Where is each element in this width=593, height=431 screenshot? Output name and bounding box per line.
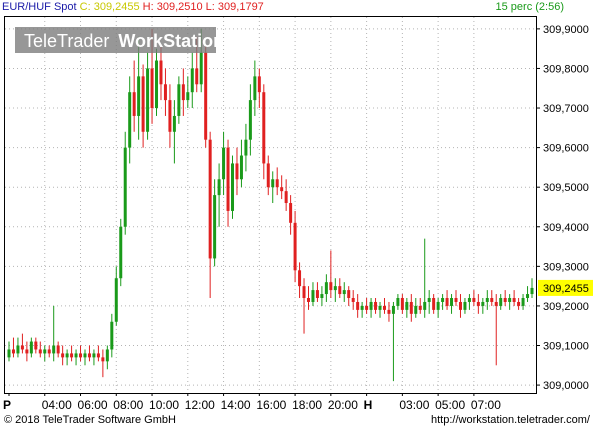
high-value: 309,2510 <box>156 1 203 13</box>
x-tick-label: 07:00 <box>471 398 501 412</box>
x-tick-label: H <box>364 398 373 412</box>
x-tick-label: 20:00 <box>328 398 358 412</box>
x-tick-label: 18:00 <box>292 398 322 412</box>
copyright-text: © 2018 TeleTrader Software GmbH <box>4 414 176 426</box>
y-tick-label: 309,5000 <box>543 182 589 194</box>
x-tick-label: 14:00 <box>221 398 251 412</box>
x-tick-label: 08:00 <box>113 398 143 412</box>
y-tick-label: 309,2000 <box>543 301 589 313</box>
y-tick-label: 309,0000 <box>543 380 589 392</box>
y-axis: 309,9000 309,8000 309,7000 309,6000 309,5000… <box>536 24 593 392</box>
header-quote: EUR/HUF Spot C: 309,2455 H: 309,2510 L: … <box>2 1 264 13</box>
close-label: C: <box>79 1 91 13</box>
x-tick-label: P <box>3 398 11 412</box>
x-axis: P 04:00 06:00 08:00 10:00 12:00 14:00 16:00 18:0… <box>3 393 501 412</box>
y-tick-label: 309,1000 <box>543 341 589 353</box>
high-label: H: <box>142 1 154 13</box>
x-tick-label: 05:00 <box>435 398 465 412</box>
plot-area-border <box>4 16 537 394</box>
y-tick-label: 309,9000 <box>543 24 589 36</box>
x-tick-label: 04:00 <box>42 398 72 412</box>
y-tick-label: 309,6000 <box>543 143 589 155</box>
last-price-label: 309,2455 <box>543 283 589 295</box>
x-tick-label: 16:00 <box>256 398 286 412</box>
x-tick-label: 03:00 <box>399 398 429 412</box>
y-tick-label: 309,7000 <box>543 103 589 115</box>
x-tick-label: 06:00 <box>78 398 108 412</box>
symbol-label[interactable]: EUR/HUF Spot <box>2 1 77 13</box>
close-value: 309,2455 <box>93 1 140 13</box>
x-tick-label: 12:00 <box>185 398 215 412</box>
y-tick-label: 309,4000 <box>543 222 589 234</box>
low-value: 309,1797 <box>217 1 264 13</box>
x-tick-label: 10:00 <box>149 398 179 412</box>
low-label: L: <box>205 1 215 13</box>
website-link[interactable]: http://workstation.teletrader.com/ <box>431 414 590 426</box>
interval-label[interactable]: 15 perc (2:56) <box>496 1 564 13</box>
chart-window: 309,9000 309,8000 309,7000 309,6000 309,5000… <box>0 0 593 431</box>
y-tick-label: 309,8000 <box>543 63 589 75</box>
y-tick-label: 309,3000 <box>543 261 589 273</box>
